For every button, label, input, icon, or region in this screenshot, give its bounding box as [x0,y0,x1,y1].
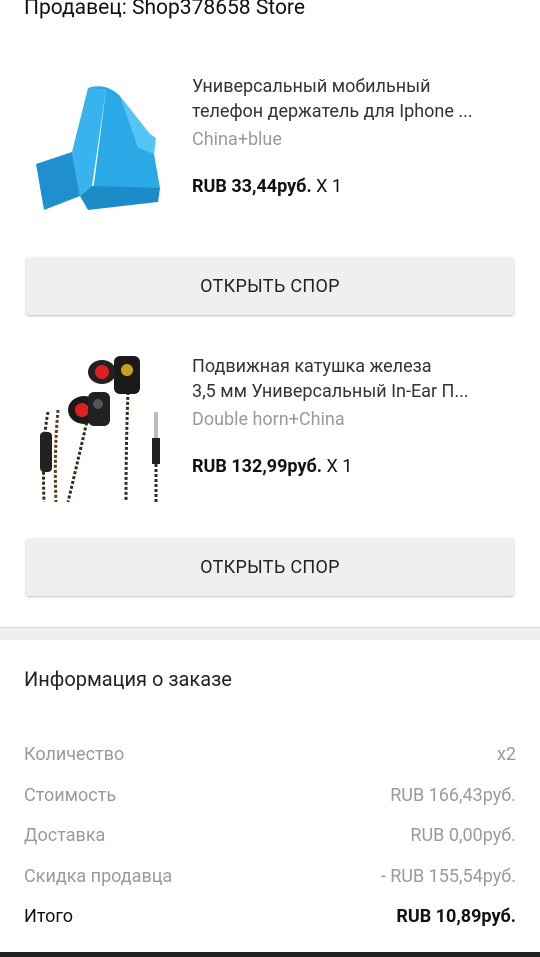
product-image-earphones[interactable] [28,352,174,503]
product-image-phone-stand[interactable] [28,78,174,228]
order-info-row-quantity: Количество x2 [24,744,516,765]
order-info-title: Информация о заказе [24,667,232,691]
product-title[interactable]: Подвижная катушка железа 3,5 мм Универса… [192,354,518,404]
order-info-row-discount: Скидка продавца - RUB 155,54руб. [24,866,516,887]
product-price: RUB 33,44руб. X 1 [192,176,342,197]
row-value: - RUB 155,54руб. [380,866,516,887]
order-item[interactable]: Универсальный мобильный телефон держател… [0,60,540,250]
total-label: Итого [24,906,74,927]
order-info-row-cost: Стоимость RUB 166,43руб. [24,785,516,806]
row-value: x2 [496,744,516,765]
product-price: RUB 132,99руб. X 1 [192,456,352,477]
open-dispute-button[interactable]: ОТКРЫТЬ СПОР [26,538,514,596]
seller-name[interactable]: Продавец: Shop378658 Store [24,0,305,20]
order-info-row-total: Итого RUB 10,89руб. [24,906,516,927]
product-variant: China+blue [192,129,282,150]
open-dispute-button[interactable]: ОТКРЫТЬ СПОР [26,257,514,315]
bottom-edge [0,952,540,957]
product-variant: Double horn+China [192,409,345,430]
row-label: Стоимость [24,785,117,806]
price-value: RUB 132,99руб. [192,456,322,477]
order-item[interactable]: Подвижная катушка железа 3,5 мм Универса… [0,340,540,530]
row-value: RUB 166,43руб. [390,785,516,806]
row-label: Доставка [24,825,106,846]
section-divider [0,627,540,640]
product-title[interactable]: Универсальный мобильный телефон держател… [192,74,518,124]
total-value: RUB 10,89руб. [396,906,516,927]
row-value: RUB 0,00руб. [410,825,516,846]
row-label: Количество [24,744,125,765]
quantity: X 1 [316,176,343,197]
price-value: RUB 33,44руб. [192,176,312,197]
order-info-row-shipping: Доставка RUB 0,00руб. [24,825,516,846]
row-label: Скидка продавца [24,866,173,887]
quantity: X 1 [326,456,353,477]
